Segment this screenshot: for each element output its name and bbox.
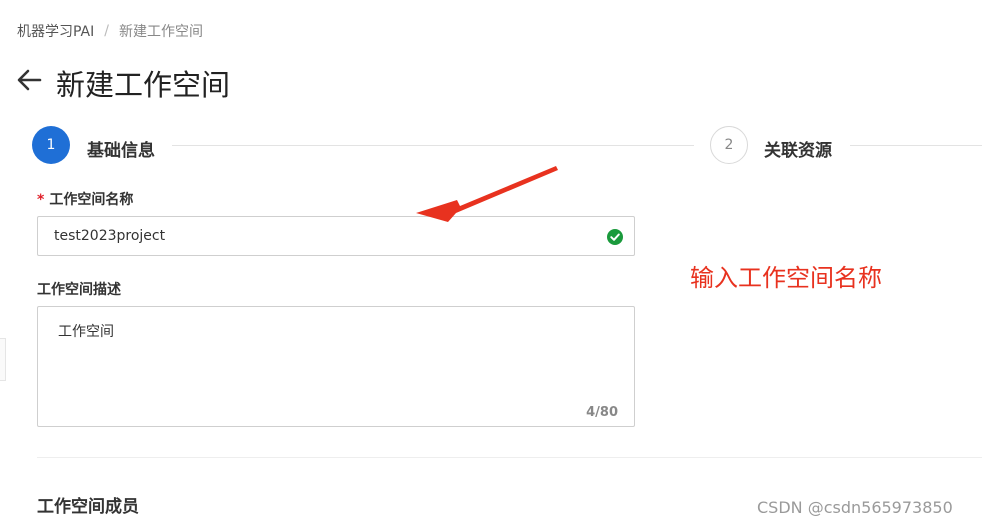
page-title: 新建工作空间 — [56, 68, 231, 102]
step-connector-tail — [850, 145, 982, 146]
step-1-label: 基础信息 — [87, 141, 155, 161]
workspace-description-field: 工作空间 4/80 — [37, 306, 635, 427]
check-circle-icon — [607, 229, 623, 245]
breadcrumb: 机器学习PAI / 新建工作空间 — [17, 21, 203, 41]
workspace-description-textarea[interactable]: 工作空间 — [58, 321, 618, 401]
step-connector — [172, 145, 694, 146]
arrow-left-icon[interactable] — [14, 64, 46, 96]
required-mark: * — [37, 192, 45, 208]
character-count: 4/80 — [586, 405, 618, 420]
step-1-indicator: 1 — [32, 126, 70, 164]
breadcrumb-current: 新建工作空间 — [118, 24, 203, 40]
annotation-arrow — [400, 158, 570, 230]
workspace-name-label: * 工作空间名称 — [37, 189, 133, 209]
workspace-name-label-text: 工作空间名称 — [49, 192, 134, 208]
step-2-indicator: 2 — [710, 126, 748, 164]
section-divider — [37, 457, 982, 458]
step-2-label: 关联资源 — [764, 141, 832, 161]
annotation-text: 输入工作空间名称 — [690, 264, 882, 292]
watermark: CSDN @csdn565973850 — [757, 498, 953, 517]
breadcrumb-root-link[interactable]: 机器学习PAI — [17, 21, 94, 41]
workspace-description-label: 工作空间描述 — [37, 282, 121, 298]
workspace-members-title: 工作空间成员 — [37, 497, 139, 517]
sidebar-collapse-handle[interactable] — [0, 338, 6, 381]
breadcrumb-separator: / — [104, 23, 109, 39]
